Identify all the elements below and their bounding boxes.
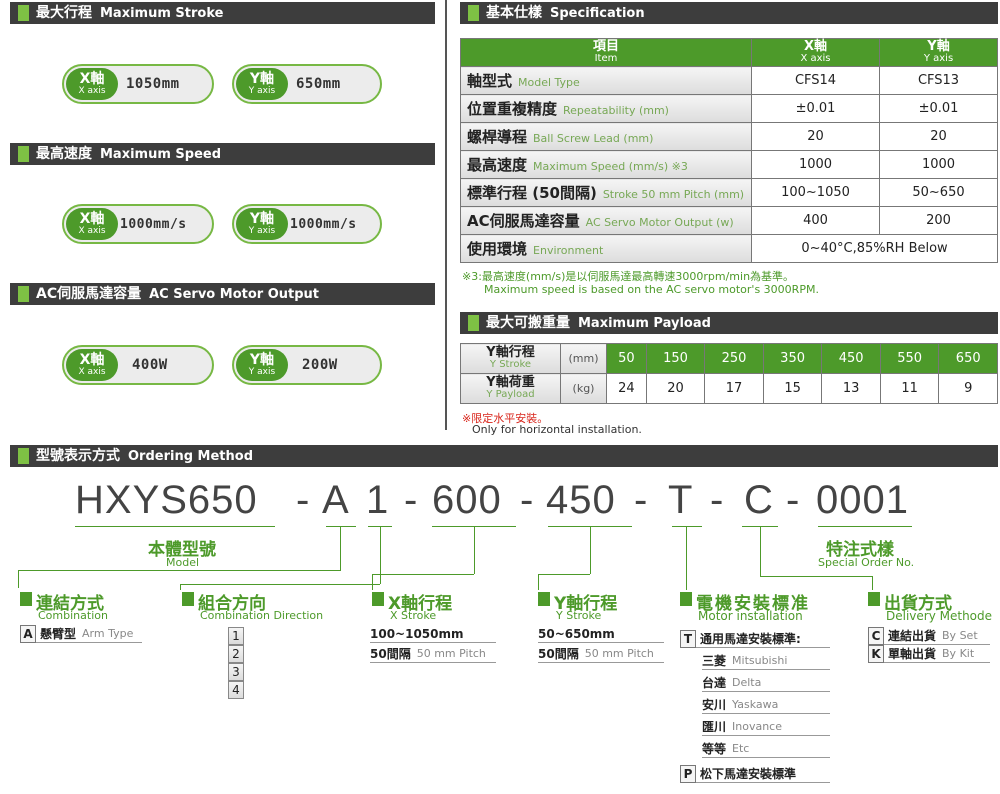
max-stroke-header: 最大行程 Maximum Stroke — [10, 2, 435, 24]
spec-row-env: 使用環境 Environment 0~40°C,85%RH Below — [460, 234, 998, 263]
code-segment: - — [710, 478, 725, 522]
code-segment: - — [634, 478, 649, 522]
spec-table: 項目 Item X軸 X axis Y軸 Y axis 軸型式 Model Type CF… — [460, 38, 998, 263]
code-segment: A — [322, 478, 350, 522]
spec-note-en: Maximum speed is based on the AC servo m… — [484, 283, 819, 296]
direction-4: 4 — [228, 681, 244, 699]
code-segment: 1 — [366, 478, 390, 522]
code-segment: C — [744, 478, 774, 522]
direction-1: 1 — [228, 627, 244, 645]
payload-load: 11 — [879, 373, 940, 404]
payload-load: 13 — [821, 373, 881, 404]
x-stroke-pill: X軸 X axis 1050mm — [62, 64, 214, 104]
y-stroke-pill: Y軸 Y axis 650mm — [232, 64, 382, 104]
code-segment: - — [404, 478, 419, 522]
model-label-en: Model — [166, 556, 200, 569]
code-segment: HXYS650 — [75, 478, 258, 522]
spec-note-zh: ※3:最高速度(mm/s)是以伺服馬達最高轉速3000rpm/min為基準。 — [462, 270, 795, 283]
code-segment: 600 — [432, 478, 502, 522]
direction-2: 2 — [228, 645, 244, 663]
motor-brand: 安川 Yaskawa — [702, 696, 830, 714]
motor-brand: 台達 Delta — [702, 674, 830, 692]
payload-load: 24 — [606, 373, 647, 404]
special-label-en: Special Order No. — [818, 556, 915, 569]
code-segment: 450 — [546, 478, 616, 522]
payload-stroke: 50 — [606, 343, 647, 374]
payload-stroke: 450 — [821, 343, 881, 374]
x-speed-pill: X軸 X axis 1000mm/s — [62, 204, 214, 244]
code-segment: - — [520, 478, 535, 522]
y-servo-pill: Y軸 Y axis 200W — [232, 345, 382, 385]
payload-load: 9 — [938, 373, 998, 404]
payload-load: 15 — [762, 373, 823, 404]
payload-stroke: 150 — [645, 343, 706, 374]
spec-row: AC伺服馬達容量 AC Servo Motor Output (w) 400 200 — [460, 206, 998, 235]
payload-header: 最大可搬重量 Maximum Payload — [460, 312, 998, 334]
payload-load: 20 — [645, 373, 706, 404]
payload-load: 17 — [704, 373, 764, 404]
code-segment: - — [786, 478, 801, 522]
code-segment: T — [668, 478, 694, 522]
max-speed-header: 最高速度 Maximum Speed — [10, 143, 435, 165]
payload-note-en: Only for horizontal installation. — [472, 423, 642, 436]
column-divider — [445, 0, 447, 430]
y-speed-pill: Y軸 Y axis 1000mm/s — [232, 204, 382, 244]
servo-header: AC伺服馬達容量 AC Servo Motor Output — [10, 283, 435, 305]
motor-brand: 三菱 Mitsubishi — [702, 652, 830, 670]
spec-row: 標準行程 (50間隔) Stroke 50 mm Pitch (mm) 100~10… — [460, 178, 998, 207]
ordering-header: 型號表示方式 Ordering Method — [10, 445, 998, 467]
payload-stroke: 350 — [762, 343, 823, 374]
code-segment: - — [296, 478, 311, 522]
spec-row: 螺桿導程 Ball Screw Lead (mm) 20 20 — [460, 122, 998, 151]
x-servo-pill: X軸 X axis 400W — [62, 345, 214, 385]
motor-brand: 等等 Etc — [702, 740, 830, 758]
spec-header: 基本仕樣 Specification — [460, 2, 998, 24]
spec-row: 軸型式 Model Type CFS14 CFS13 — [460, 66, 998, 95]
spec-row: 位置重複精度 Repeatability (mm) ±0.01 ±0.01 — [460, 94, 998, 123]
motor-brand: 匯川 Inovance — [702, 718, 830, 736]
direction-3: 3 — [228, 663, 244, 681]
payload-stroke: 250 — [704, 343, 764, 374]
code-segment: 0001 — [816, 478, 909, 522]
payload-stroke: 650 — [938, 343, 998, 374]
combination-row-a: A 懸臂型 Arm Type — [20, 624, 142, 643]
payload-table: Y軸行程 Y Stroke (mm) 50 150 250 350 450 550 650 Y… — [460, 343, 998, 404]
spec-row: 最高速度 Maximum Speed (mm/s) ※3 1000 1000 — [460, 150, 998, 179]
payload-stroke: 550 — [879, 343, 940, 374]
